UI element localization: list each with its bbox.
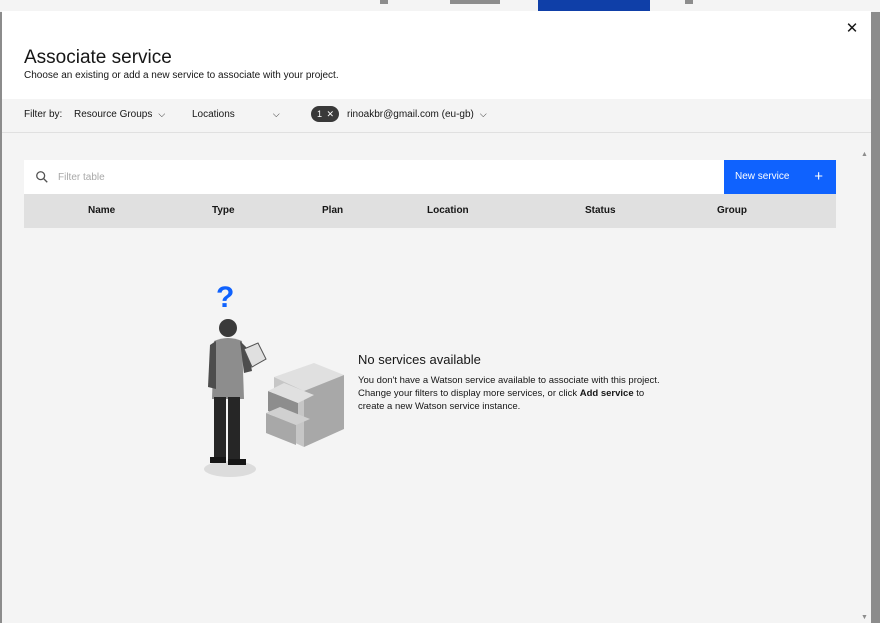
add-service-link: Add service (579, 388, 634, 399)
resource-groups-dropdown[interactable]: Resource Groups ⌵ (74, 109, 165, 120)
filter-count-tag[interactable]: 1 ✕ (311, 106, 339, 122)
empty-state-title: No services available (358, 352, 481, 367)
filter-table-input[interactable] (58, 160, 718, 194)
column-header-group[interactable]: Group (717, 205, 747, 216)
column-header-type[interactable]: Type (212, 205, 235, 216)
resource-groups-label: Resource Groups (74, 109, 153, 120)
scroll-down-icon[interactable]: ▼ (861, 614, 868, 621)
svg-text:?: ? (216, 281, 234, 314)
filter-count: 1 (317, 109, 323, 119)
filter-bar: Filter by: Resource Groups ⌵ Locations ⌵ 1… (2, 99, 871, 133)
background-fragment (685, 0, 693, 4)
account-label: rinoakbr@gmail.com (eu-gb) (347, 109, 474, 120)
background-fragment (380, 0, 388, 4)
empty-state: ? No services available You don't have a (192, 279, 672, 489)
chevron-down-icon: ⌵ (272, 109, 280, 119)
column-header-plan[interactable]: Plan (322, 205, 343, 216)
search-icon (36, 171, 48, 183)
filter-label: Filter by: (24, 109, 63, 120)
column-header-status[interactable]: Status (585, 205, 616, 216)
locations-dropdown[interactable]: Locations ⌵ (192, 109, 280, 120)
account-dropdown[interactable]: rinoakbr@gmail.com (eu-gb) ⌵ (347, 109, 487, 120)
clear-filter-icon[interactable]: ✕ (326, 106, 334, 122)
close-icon[interactable]: ✕ (844, 21, 860, 37)
new-service-button[interactable]: New service + (724, 160, 836, 194)
modal-scrollbar[interactable]: ▲ ▼ (861, 151, 869, 621)
background-fragment (450, 0, 500, 4)
scroll-up-icon[interactable]: ▲ (861, 151, 868, 158)
column-header-name[interactable]: Name (88, 205, 115, 216)
modal-subtitle: Choose an existing or add a new service … (24, 70, 339, 81)
empty-state-body: You don't have a Watson service availabl… (358, 374, 668, 413)
associate-service-modal: Associate service Choose an existing or … (2, 11, 871, 623)
column-header-location[interactable]: Location (427, 205, 469, 216)
table-toolbar: New service + (24, 160, 836, 194)
person-with-cabinet-illustration: ? (204, 281, 344, 477)
chevron-down-icon: ⌵ (158, 109, 166, 119)
modal-header: Associate service Choose an existing or … (2, 11, 871, 99)
modal-title: Associate service (24, 47, 172, 68)
chevron-down-icon: ⌵ (479, 109, 487, 119)
locations-label: Locations (192, 109, 235, 120)
new-service-label: New service (735, 171, 790, 182)
table-header: Name Type Plan Location Status Group (24, 194, 836, 228)
plus-icon: + (814, 168, 823, 185)
